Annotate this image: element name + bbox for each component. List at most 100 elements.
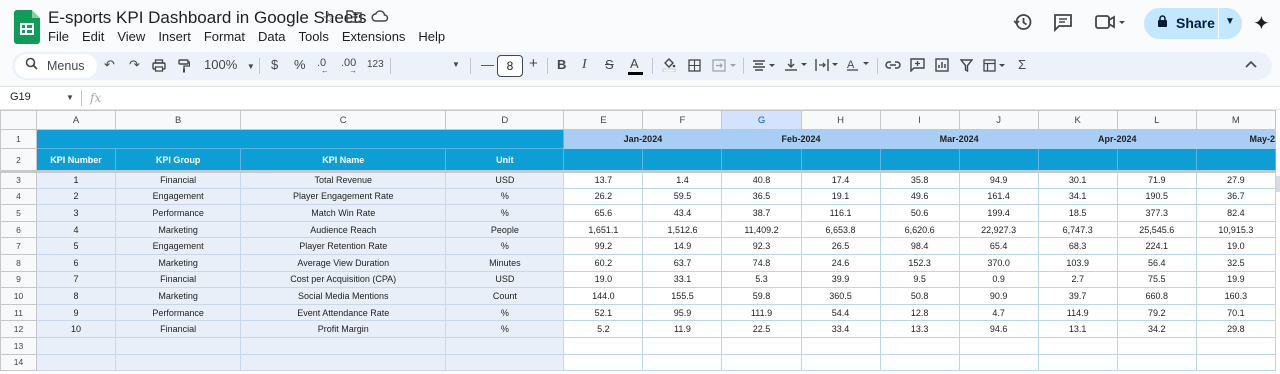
value-cell[interactable]: 26.5: [800, 237, 881, 255]
value-cell[interactable]: 27.9: [1195, 171, 1277, 189]
value-cell[interactable]: 63.7: [642, 253, 723, 272]
column-title-kpi-number[interactable]: KPI Number: [36, 148, 117, 173]
increase-font-size-icon[interactable]: +: [529, 55, 538, 72]
zoom-select[interactable]: 100% ▼: [204, 57, 255, 72]
horizontal-align-icon[interactable]: [752, 59, 778, 75]
value-cell[interactable]: 116.1: [800, 204, 881, 222]
column-header[interactable]: C: [240, 110, 447, 130]
document-title[interactable]: E-sports KPI Dashboard in Google Sheets: [48, 8, 366, 28]
row-header[interactable]: 1: [0, 129, 38, 149]
subheader-cell[interactable]: [563, 148, 644, 173]
version-history-icon[interactable]: [1013, 12, 1033, 38]
currency-format-button[interactable]: $: [271, 57, 278, 72]
value-cell[interactable]: 34.2: [1116, 320, 1197, 338]
unit-cell[interactable]: %: [445, 303, 565, 322]
column-title-kpi-group[interactable]: KPI Group: [115, 148, 242, 173]
column-header[interactable]: J: [958, 110, 1039, 130]
value-cell[interactable]: 17.4: [800, 171, 881, 189]
value-cell[interactable]: 68.3: [1037, 237, 1118, 255]
subheader-cell[interactable]: [721, 148, 802, 173]
month-header[interactable]: May-2: [1195, 129, 1277, 149]
gemini-icon[interactable]: ✦: [1253, 11, 1270, 36]
value-cell[interactable]: 14.9: [642, 237, 723, 255]
decrease-decimal-button[interactable]: .0 ←: [317, 57, 329, 75]
meet-video-icon[interactable]: [1095, 12, 1127, 38]
value-cell[interactable]: 33.4: [800, 320, 881, 338]
value-cell[interactable]: 4.7: [958, 303, 1039, 322]
month-header[interactable]: Mar-2024: [879, 129, 1039, 149]
value-cell[interactable]: 26.2: [563, 187, 644, 206]
value-cell[interactable]: 6,747.3: [1037, 220, 1118, 239]
text-color-icon[interactable]: A: [628, 56, 643, 75]
value-cell[interactable]: 50.8: [879, 287, 960, 305]
kpi-name-cell[interactable]: Average View Duration: [240, 253, 447, 272]
empty-cell[interactable]: [115, 353, 242, 372]
header-band-cell[interactable]: [36, 129, 565, 149]
empty-cell[interactable]: [721, 353, 802, 372]
column-header[interactable]: D: [445, 110, 565, 130]
bold-icon[interactable]: B: [557, 57, 566, 72]
value-cell[interactable]: 6,653.8: [800, 220, 881, 239]
value-cell[interactable]: 71.9: [1116, 171, 1197, 189]
value-cell[interactable]: 5.3: [721, 270, 802, 289]
subheader-cell[interactable]: [879, 148, 960, 173]
value-cell[interactable]: 24.6: [800, 253, 881, 272]
column-header[interactable]: F: [642, 110, 723, 130]
kpi-name-cell[interactable]: Social Media Mentions: [240, 287, 447, 305]
fill-color-icon[interactable]: [662, 57, 676, 75]
value-cell[interactable]: 36.7: [1195, 187, 1277, 206]
hide-menus-chevron-up-icon[interactable]: [1245, 58, 1257, 73]
move-folder-icon[interactable]: [346, 9, 362, 27]
empty-cell[interactable]: [445, 353, 565, 372]
percent-format-button[interactable]: %: [294, 57, 306, 72]
value-cell[interactable]: 43.4: [642, 204, 723, 222]
empty-cell[interactable]: [1037, 336, 1118, 355]
menu-file[interactable]: File: [48, 29, 69, 44]
undo-icon[interactable]: ↶: [104, 57, 115, 73]
borders-icon[interactable]: [688, 59, 701, 75]
empty-cell[interactable]: [445, 336, 565, 355]
sheets-logo-icon[interactable]: [14, 10, 40, 44]
value-cell[interactable]: 19.0: [563, 270, 644, 289]
row-header[interactable]: 10: [0, 287, 38, 305]
font-size-input[interactable]: 8: [497, 55, 523, 77]
menu-format[interactable]: Format: [204, 29, 245, 44]
value-cell[interactable]: 18.5: [1037, 204, 1118, 222]
row-header[interactable]: 4: [0, 187, 38, 206]
strikethrough-icon[interactable]: S: [605, 57, 614, 72]
kpi-name-cell[interactable]: Event Attendance Rate: [240, 303, 447, 322]
value-cell[interactable]: 79.2: [1116, 303, 1197, 322]
filter-views-icon[interactable]: [983, 59, 1009, 75]
comments-icon[interactable]: [1053, 12, 1073, 38]
menu-extensions[interactable]: Extensions: [342, 29, 406, 44]
value-cell[interactable]: 19.9: [1195, 270, 1277, 289]
value-cell[interactable]: 60.2: [563, 253, 644, 272]
value-cell[interactable]: 11.9: [642, 320, 723, 338]
value-cell[interactable]: 13.7: [563, 171, 644, 189]
menu-help[interactable]: Help: [418, 29, 445, 44]
kpi-name-cell[interactable]: Audience Reach: [240, 220, 447, 239]
empty-cell[interactable]: [958, 336, 1039, 355]
value-cell[interactable]: 660.8: [1116, 287, 1197, 305]
menu-data[interactable]: Data: [258, 29, 285, 44]
column-header[interactable]: H: [800, 110, 881, 130]
kpi-group-cell[interactable]: Marketing: [115, 287, 242, 305]
search-menus-button[interactable]: Menus: [15, 54, 97, 78]
month-header[interactable]: Apr-2024: [1037, 129, 1197, 149]
value-cell[interactable]: 199.4: [958, 204, 1039, 222]
empty-cell[interactable]: [800, 353, 881, 372]
row-header[interactable]: 6: [0, 220, 38, 239]
row-header[interactable]: 13: [0, 336, 38, 355]
value-cell[interactable]: 82.4: [1195, 204, 1277, 222]
value-cell[interactable]: 19.0: [1195, 237, 1277, 255]
empty-cell[interactable]: [879, 336, 960, 355]
value-cell[interactable]: 19.1: [800, 187, 881, 206]
value-cell[interactable]: 40.8: [721, 171, 802, 189]
value-cell[interactable]: 92.3: [721, 237, 802, 255]
value-cell[interactable]: 1,512.6: [642, 220, 723, 239]
value-cell[interactable]: 99.2: [563, 237, 644, 255]
row-header[interactable]: 7: [0, 237, 38, 255]
kpi-name-cell[interactable]: Total Revenue: [240, 171, 447, 189]
vertical-align-icon[interactable]: [784, 58, 810, 75]
row-header[interactable]: 9: [0, 270, 38, 289]
